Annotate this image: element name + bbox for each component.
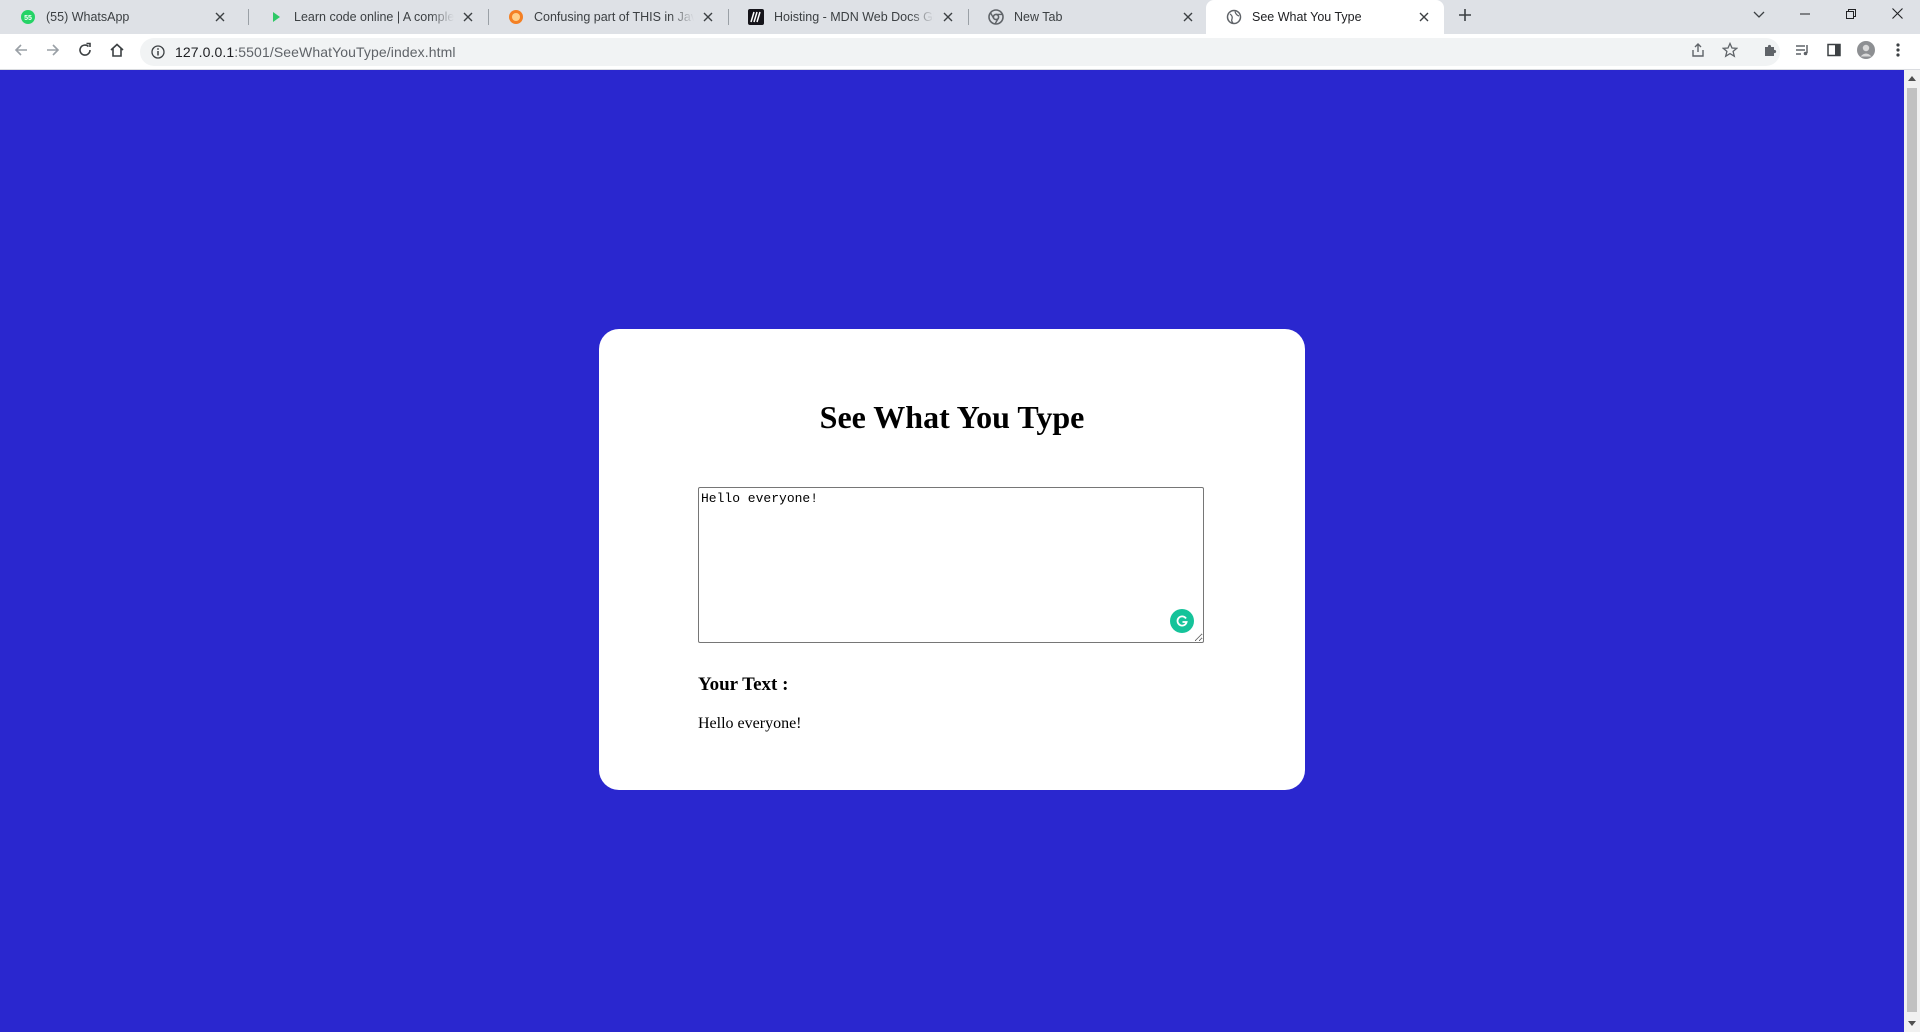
back-button[interactable] (7, 38, 35, 66)
tab-hoisting-mdn[interactable]: Hoisting - MDN Web Docs Glossary (728, 0, 968, 34)
mdn-icon (748, 9, 764, 25)
output-text: Hello everyone! (698, 715, 802, 732)
plus-icon (1458, 8, 1472, 27)
url-text: 127.0.0.1:5501/SeeWhatYouType/index.html (175, 44, 456, 60)
whatsapp-badge: 55 (24, 15, 32, 22)
whatsapp-icon: 55 (20, 9, 36, 25)
side-panel-icon (1826, 42, 1842, 63)
tab-title: Confusing part of THIS in JavaScript (534, 10, 694, 24)
menu-button[interactable] (1884, 38, 1912, 66)
side-panel-button[interactable] (1820, 38, 1848, 66)
avatar (1857, 40, 1875, 64)
bookmark-button[interactable] (1716, 38, 1744, 66)
textarea-wrapper (698, 487, 1204, 643)
arrow-left-icon (13, 42, 29, 63)
forward-button[interactable] (39, 38, 67, 66)
close-icon (1891, 6, 1903, 24)
close-tab-icon[interactable] (700, 9, 716, 25)
close-tab-icon[interactable] (212, 9, 228, 25)
scrollbar-thumb[interactable] (1907, 88, 1917, 1012)
play-icon (268, 9, 284, 25)
scroll-up-icon[interactable] (1904, 70, 1920, 86)
chrome-icon (988, 9, 1004, 25)
globe-icon (1226, 9, 1242, 25)
browser-toolbar: 127.0.0.1:5501/SeeWhatYouType/index.html (0, 34, 1920, 70)
tab-whatsapp[interactable]: 55 (55) WhatsApp (0, 0, 240, 34)
minimize-button[interactable] (1782, 0, 1828, 30)
arrow-right-icon (45, 42, 61, 63)
close-tab-icon[interactable] (1416, 9, 1432, 25)
output-label: Your Text : (698, 674, 789, 695)
extensions-button[interactable] (1756, 38, 1784, 66)
star-icon (1721, 41, 1739, 63)
share-button[interactable] (1684, 38, 1712, 66)
address-bar[interactable]: 127.0.0.1:5501/SeeWhatYouType/index.html (140, 38, 1780, 66)
vertical-scrollbar[interactable] (1904, 70, 1920, 1032)
media-button[interactable] (1788, 38, 1816, 66)
page-viewport: See What You Type Your Text : Hello ever… (0, 70, 1904, 1032)
minimize-icon (1800, 6, 1810, 24)
share-icon (1690, 42, 1706, 63)
playlist-icon (1794, 42, 1810, 63)
text-input[interactable] (698, 487, 1204, 643)
tab-title: Learn code online | A complete platform (294, 10, 454, 24)
reload-icon (77, 42, 93, 63)
url-path: :5501/SeeWhatYouType/index.html (234, 44, 456, 60)
content-card: See What You Type Your Text : Hello ever… (599, 329, 1305, 790)
reload-button[interactable] (71, 38, 99, 66)
page-title: See What You Type (819, 399, 1085, 435)
close-tab-icon[interactable] (460, 9, 476, 25)
new-tab-button[interactable] (1452, 4, 1478, 30)
info-icon[interactable] (150, 44, 166, 60)
tab-new-tab[interactable]: New Tab (968, 0, 1208, 34)
home-icon (109, 42, 125, 63)
profile-button[interactable] (1852, 38, 1880, 66)
tab-title: New Tab (1014, 10, 1063, 24)
tab-title: Hoisting - MDN Web Docs Glossary (774, 10, 934, 24)
more-vert-icon (1896, 42, 1900, 63)
tab-title: See What You Type (1252, 10, 1362, 24)
close-tab-icon[interactable] (940, 9, 956, 25)
chevron-down-icon (1753, 6, 1765, 24)
tab-title: (55) WhatsApp (46, 10, 130, 24)
tab-learn-code[interactable]: Learn code online | A complete platform (248, 0, 488, 34)
url-host: 127.0.0.1 (175, 44, 235, 60)
puzzle-icon (1762, 42, 1778, 63)
tab-this-javascript[interactable]: Confusing part of THIS in JavaScript (488, 0, 728, 34)
scroll-down-icon[interactable] (1904, 1016, 1920, 1032)
close-tab-icon[interactable] (1180, 9, 1196, 25)
close-window-button[interactable] (1874, 0, 1920, 30)
restore-icon (1846, 6, 1856, 24)
tab-see-what-you-type[interactable]: See What You Type (1206, 0, 1444, 34)
home-button[interactable] (103, 38, 131, 66)
browser-window: 55 (55) WhatsApp Learn code online | A c… (0, 0, 1920, 1032)
restore-button[interactable] (1828, 0, 1874, 30)
grammarly-icon[interactable] (1170, 609, 1194, 633)
stackoverflow-icon (508, 9, 524, 25)
tab-strip: 55 (55) WhatsApp Learn code online | A c… (0, 0, 1920, 34)
tab-search-button[interactable] (1736, 0, 1782, 30)
